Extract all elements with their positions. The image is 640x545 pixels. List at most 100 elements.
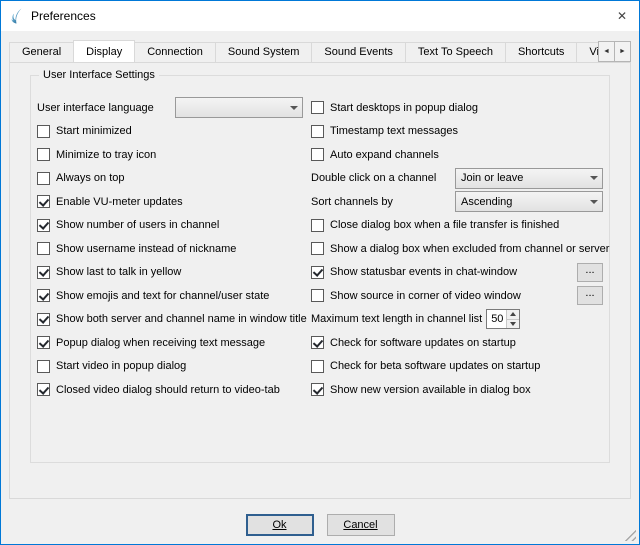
setting-row: Always on top: [37, 167, 303, 190]
setting-row: Show emojis and text for channel/user st…: [37, 284, 303, 307]
setting-row: Close dialog box when a file transfer is…: [311, 214, 603, 237]
checkbox-show-new-version-dialog[interactable]: [311, 383, 324, 396]
checkbox-last-talk-yellow[interactable]: [37, 266, 50, 279]
setting-row: Start video in popup dialog: [37, 355, 303, 378]
ok-button[interactable]: Ok: [246, 514, 314, 536]
cancel-button[interactable]: Cancel: [327, 514, 395, 536]
setting-row: Closed video dialog should return to vid…: [37, 378, 303, 401]
checkbox-video-source-corner[interactable]: [311, 289, 324, 302]
setting-row: Show both server and channel name in win…: [37, 308, 303, 331]
setting-row: Start minimized: [37, 120, 303, 143]
checkbox-label: Always on top: [56, 172, 124, 184]
tab-sound-system[interactable]: Sound System: [215, 42, 313, 62]
tab-scroll-control: ◄ ►: [598, 41, 631, 62]
checkbox-statusbar-events[interactable]: [311, 266, 324, 279]
checkbox-auto-expand-channels[interactable]: [311, 148, 324, 161]
tab-scroll-right-button[interactable]: ►: [614, 41, 631, 62]
checkbox-server-channel-in-title[interactable]: [37, 313, 50, 326]
arrow-down-icon: [510, 322, 516, 326]
setting-row: Timestamp text messages: [311, 120, 603, 143]
setting-row: Show username instead of nickname: [37, 237, 303, 260]
checkbox-label: Start desktops in popup dialog: [330, 102, 478, 114]
sort-channels-select[interactable]: Ascending: [455, 191, 603, 212]
left-column: User interface language Start minimized …: [37, 96, 303, 402]
setting-row: Check for beta software updates on start…: [311, 355, 603, 378]
tab-connection[interactable]: Connection: [134, 42, 216, 62]
video-source-config-button[interactable]: ...: [577, 286, 603, 305]
checkbox-vu-meter-updates[interactable]: [37, 195, 50, 208]
checkbox-dialog-on-exclude[interactable]: [311, 242, 324, 255]
checkbox-check-updates[interactable]: [311, 336, 324, 349]
setting-row: Enable VU-meter updates: [37, 190, 303, 213]
checkbox-label: Start minimized: [56, 125, 132, 137]
checkbox-label: Show emojis and text for channel/user st…: [56, 290, 269, 302]
checkbox-popup-text-message[interactable]: [37, 336, 50, 349]
tab-display[interactable]: Display: [73, 40, 135, 62]
chevron-down-icon: [285, 98, 302, 117]
window-title: Preferences: [31, 9, 96, 23]
group-title: User Interface Settings: [39, 69, 159, 81]
titlebar[interactable]: Preferences ✕: [1, 1, 639, 31]
tab-sound-events[interactable]: Sound Events: [311, 42, 406, 62]
app-logo-icon: [9, 8, 25, 24]
tab-bar: General Display Connection Sound System …: [9, 39, 631, 62]
double-click-select[interactable]: Join or leave: [455, 168, 603, 189]
cancel-button-label: Cancel: [343, 519, 377, 531]
checkbox-label: Enable VU-meter updates: [56, 196, 183, 208]
checkbox-label: Close dialog box when a file transfer is…: [330, 219, 559, 231]
checkbox-label: Show username instead of nickname: [56, 243, 236, 255]
tab-label: Sound Events: [324, 46, 393, 58]
checkbox-label: Timestamp text messages: [330, 125, 458, 137]
tab-label: Text To Speech: [418, 46, 493, 58]
tab-shortcuts[interactable]: Shortcuts: [505, 42, 577, 62]
checkbox-always-on-top[interactable]: [37, 172, 50, 185]
tab-label: General: [22, 46, 61, 58]
spinner-value: 50: [487, 310, 506, 328]
tab-text-to-speech[interactable]: Text To Speech: [405, 42, 506, 62]
checkbox-check-beta-updates[interactable]: [311, 360, 324, 373]
right-column: Start desktops in popup dialog Timestamp…: [311, 96, 603, 402]
tab-general[interactable]: General: [9, 42, 74, 62]
ui-settings-group: User Interface Settings User interface l…: [30, 75, 610, 463]
checkbox-label: Show source in corner of video window: [330, 290, 521, 302]
setting-row: Popup dialog when receiving text message: [37, 331, 303, 354]
arrow-right-icon: ►: [619, 48, 626, 55]
checkbox-start-minimized[interactable]: [37, 125, 50, 138]
tab-label: Sound System: [228, 46, 300, 58]
preferences-dialog: Preferences ✕ General Display Connection…: [0, 0, 640, 545]
checkbox-show-user-count[interactable]: [37, 219, 50, 232]
setting-row: Show number of users in channel: [37, 214, 303, 237]
setting-row: Check for software updates on startup: [311, 331, 603, 354]
checkbox-emojis-text-state[interactable]: [37, 289, 50, 302]
checkbox-video-return-tab[interactable]: [37, 383, 50, 396]
close-button[interactable]: ✕: [605, 1, 639, 31]
spin-up-button[interactable]: [507, 310, 519, 320]
checkbox-label: Start video in popup dialog: [56, 360, 186, 372]
statusbar-events-row: Show statusbar events in chat-window ...: [311, 261, 603, 284]
max-text-length-spinner[interactable]: 50: [486, 309, 520, 329]
checkbox-label: Auto expand channels: [330, 149, 439, 161]
tab-scroll-left-button[interactable]: ◄: [598, 41, 615, 62]
checkbox-label: Popup dialog when receiving text message: [56, 337, 265, 349]
max-text-length-row: Maximum text length in channel list 50: [311, 308, 603, 331]
checkbox-show-username[interactable]: [37, 242, 50, 255]
statusbar-events-config-button[interactable]: ...: [577, 263, 603, 282]
chevron-down-icon: [585, 192, 602, 211]
language-select[interactable]: [175, 97, 303, 118]
checkbox-label: Check for software updates on startup: [330, 337, 516, 349]
checkbox-close-on-transfer-finish[interactable]: [311, 219, 324, 232]
video-source-row: Show source in corner of video window ..…: [311, 284, 603, 307]
checkbox-desktops-popup[interactable]: [311, 101, 324, 114]
language-label: User interface language: [37, 102, 154, 114]
checkbox-timestamp-messages[interactable]: [311, 125, 324, 138]
checkbox-video-popup[interactable]: [37, 360, 50, 373]
double-click-label: Double click on a channel: [311, 172, 436, 184]
sort-channels-value: Ascending: [456, 196, 585, 208]
chevron-down-icon: [585, 169, 602, 188]
checkbox-label: Show a dialog box when excluded from cha…: [330, 243, 609, 255]
double-click-value: Join or leave: [456, 172, 585, 184]
tab-label: Shortcuts: [518, 46, 564, 58]
checkbox-minimize-to-tray[interactable]: [37, 148, 50, 161]
checkbox-label: Show statusbar events in chat-window: [330, 266, 517, 278]
spin-down-button[interactable]: [507, 320, 519, 329]
